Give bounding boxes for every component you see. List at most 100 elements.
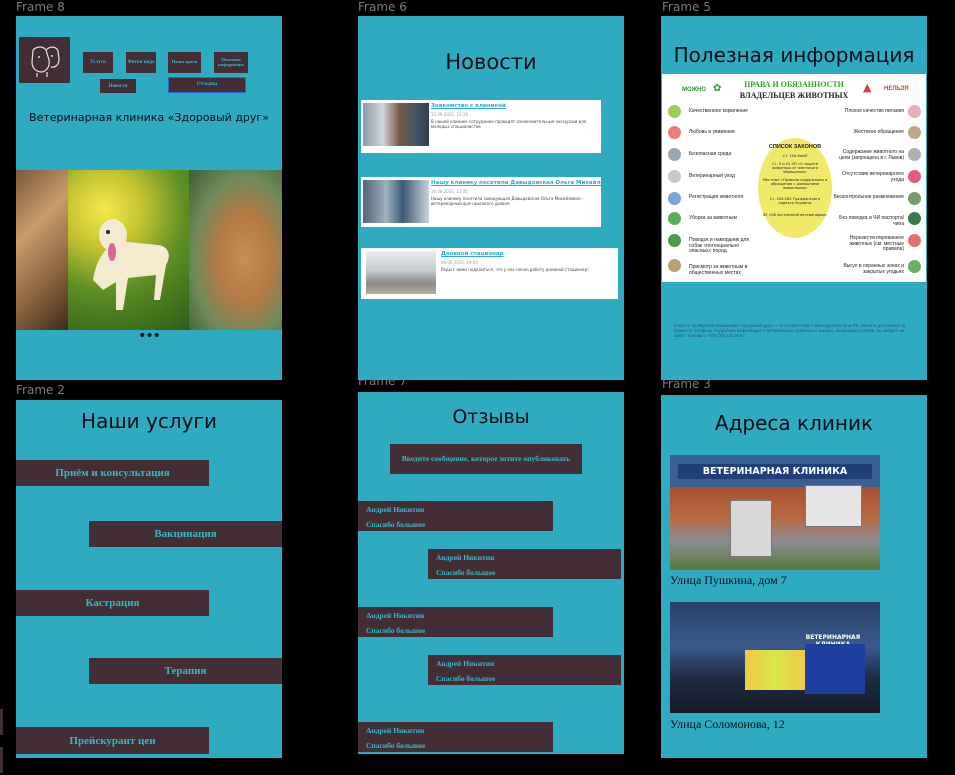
- allowed-item: Поводок и намордник для собак «потенциал…: [689, 237, 750, 254]
- frame-label-8[interactable]: Frame 8: [16, 1, 65, 13]
- clinic-lit-windows: [745, 650, 805, 690]
- review-item: Андрей Никитин Спасибо большое: [428, 655, 621, 685]
- review-item: Андрей Никитин Спасибо большое: [358, 607, 553, 637]
- review-message-input[interactable]: Введите сообщение, которое хотите опубли…: [390, 444, 582, 474]
- nav-reviews-button[interactable]: Отзывы: [168, 77, 246, 93]
- addresses-title: Адреса клиник: [714, 411, 874, 435]
- allowed-item: Безопасная среда: [689, 151, 732, 157]
- service-castration-button[interactable]: Кастрация: [16, 590, 209, 616]
- registration-icon: [908, 234, 921, 247]
- news-card[interactable]: Знакомство с клиникой 15.09.2022, 10:26 …: [361, 100, 601, 153]
- partial-element: [0, 747, 3, 773]
- partial-element: [0, 709, 3, 735]
- service-consultation-button[interactable]: Приём и консультация: [16, 460, 209, 486]
- service-therapy-button[interactable]: Терапия: [89, 658, 282, 684]
- news-item-date: 06.09.2022, 19:04: [441, 260, 478, 265]
- nav-specialists-button[interactable]: Наши врачи: [168, 52, 201, 73]
- laws-title: СПИСОК ЗАКОНОВ: [768, 144, 822, 150]
- clinic-address: Улица Соломонова, 12: [670, 717, 785, 731]
- dog-photo-icon: [93, 219, 169, 310]
- news-card[interactable]: Нашу клинику посетила Давыдовская Ольга …: [361, 177, 615, 227]
- rights-infographic: МОЖНО ✿ ПРАВА И ОБЯЗАННОСТИ ВЛАДЕЛЬЦЕВ Ж…: [662, 74, 926, 282]
- nav-photos-button[interactable]: Фотки вида: [126, 52, 156, 73]
- forbidden-item: Бесконтрольное размножение: [833, 194, 904, 200]
- cleaning-icon: [668, 212, 681, 225]
- news-title: Новости: [445, 50, 537, 74]
- infographic-heading-2: ВЛАДЕЛЬЦЕВ ЖИВОТНЫХ: [739, 91, 849, 100]
- frame-label-6[interactable]: Frame 6: [358, 1, 407, 13]
- document-icon: [668, 192, 681, 205]
- carousel-image-dog: [68, 170, 189, 330]
- forbidden-item: Нерезистентированное животных (см. местн…: [849, 235, 904, 252]
- frame-services: Наши услуги Приём и консультация Вакцина…: [16, 400, 282, 758]
- frame-label-5[interactable]: Frame 5: [662, 1, 711, 13]
- review-author: Андрей Никитин: [366, 611, 425, 620]
- news-item-title[interactable]: Знакомство с клиникой: [431, 103, 506, 109]
- frame-addresses: Адреса клиник ВЕТЕРИНАРНАЯ КЛИНИКА Улица…: [661, 395, 927, 758]
- heart-icon: [668, 126, 681, 139]
- paw-icon: ✿: [713, 83, 722, 94]
- review-author: Андрей Никитин: [366, 505, 425, 514]
- frame-label-2[interactable]: Frame 2: [16, 384, 65, 396]
- nav-news-button[interactable]: Новости: [100, 79, 136, 93]
- law-item: Ст. 154 КоАП: [782, 154, 808, 158]
- clinic-name: Ветеринарная клиника «Здоровый друг»: [29, 111, 269, 124]
- house-icon: [668, 148, 681, 161]
- news-item-date: 15.09.2022, 10:26: [431, 112, 468, 117]
- services-title: Наши услуги: [81, 409, 217, 433]
- news-thumbnail: [363, 103, 429, 146]
- nav-useful-info-button[interactable]: Полезная информация: [214, 52, 248, 73]
- carousel-image-cat: [16, 170, 68, 330]
- infographic-heading-1: ПРАВА И ОБЯЗАННОСТИ: [744, 80, 844, 89]
- warning-icon: ▲: [863, 81, 872, 94]
- cruelty-icon: [908, 126, 921, 139]
- news-thumbnail: [366, 251, 436, 294]
- forbidden-item: Содержание животного на цепи (запрещено …: [839, 149, 904, 161]
- review-item: Андрей Никитин Спасибо большое: [428, 549, 621, 579]
- forbidden-label: НЕЛЬЗЯ: [884, 86, 909, 92]
- service-vaccination-button[interactable]: Вакцинация: [89, 521, 282, 547]
- news-item-text: В нашей клинике сотрудники проводят озна…: [431, 119, 587, 129]
- review-author: Андрей Никитин: [436, 659, 495, 668]
- clinic-windows: [805, 485, 862, 527]
- clinic-sign-1: ВЕТЕРИНАРНАЯ КЛИНИКА: [678, 464, 872, 479]
- walking-icon: [668, 259, 681, 272]
- no-vet-icon: [908, 170, 921, 183]
- dog-logo-icon: [31, 46, 60, 77]
- forbidden-item: Без поводка и ЧИ паспорта/чипа: [839, 215, 904, 227]
- forbidden-item: Жестокое обращение: [853, 129, 904, 135]
- no-leash-icon: [908, 212, 921, 225]
- price-list-button[interactable]: Прейскурант цен: [16, 727, 209, 754]
- vet-icon: [668, 170, 681, 183]
- nav-services-button[interactable]: Услуги: [83, 52, 113, 73]
- news-item-text: Нашу клинику посетила заведующая Давыдов…: [431, 196, 584, 206]
- clinic-photo-1: ВЕТЕРИНАРНАЯ КЛИНИКА: [670, 455, 880, 570]
- food-bowl-icon: [668, 105, 681, 118]
- review-item: Андрей Никитин Спасибо большое: [358, 501, 553, 531]
- breeding-icon: [908, 192, 921, 205]
- clinic-logo[interactable]: [19, 37, 70, 83]
- useful-info-title: Полезная информация: [673, 43, 915, 67]
- allowed-item: Уборка за животным: [689, 215, 737, 221]
- news-card[interactable]: Дневной стационар 06.09.2022, 19:04 Рады…: [361, 248, 618, 299]
- leash-icon: [668, 234, 681, 247]
- law-item: Местные «Правила содержания и обращения …: [762, 178, 828, 190]
- news-item-text: Рады с вами поделиться, что у нас начал …: [441, 267, 589, 272]
- clinic-blue-wall: [805, 644, 865, 694]
- clinic-address: Улица Пушкина, дом 7: [670, 573, 787, 587]
- carousel-dots[interactable]: •••: [16, 328, 282, 344]
- forbidden-item: Плохое качество питания: [844, 108, 904, 114]
- frame-reviews: Отзывы Введите сообщение, которое хотите…: [358, 392, 624, 754]
- review-author: Андрей Никитин: [436, 553, 495, 562]
- review-text: Спасибо большое: [366, 626, 426, 635]
- news-thumbnail: [363, 180, 429, 223]
- news-item-title[interactable]: Нашу клинику посетила Давыдовская Ольга …: [431, 180, 615, 186]
- photo-carousel[interactable]: [16, 170, 282, 330]
- allowed-item: Любовь и уважение: [689, 129, 735, 135]
- frame-useful-info: Полезная информация МОЖНО ✿ ПРАВА И ОБЯЗ…: [661, 16, 927, 380]
- allowed-item: Присмотр за животным в общественных мест…: [689, 264, 748, 276]
- frame-news: Новости Знакомство с клиникой 15.09.2022…: [358, 16, 624, 380]
- law-item: Ст. 245-262 Гражданского кодекса Украины: [769, 197, 821, 205]
- review-text: Спасибо большое: [436, 674, 496, 683]
- news-item-title[interactable]: Дневной стационар: [441, 251, 504, 257]
